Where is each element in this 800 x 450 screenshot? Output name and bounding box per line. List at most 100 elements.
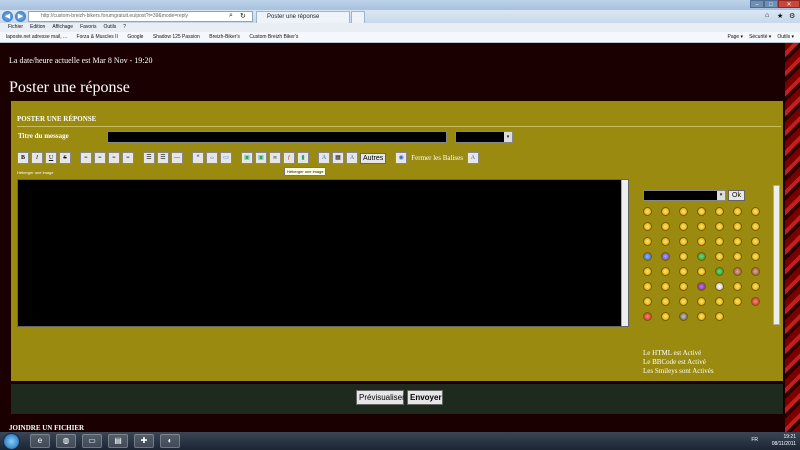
- ok-button[interactable]: Ok: [728, 190, 745, 201]
- smiley-scrollbar[interactable]: [773, 185, 780, 325]
- image-upload-icon[interactable]: ▣: [241, 152, 253, 164]
- maximize-icon[interactable]: □: [764, 0, 778, 8]
- video-icon[interactable]: ▮: [297, 152, 309, 164]
- smiley-icon[interactable]: [733, 207, 742, 216]
- close-tags-link[interactable]: Fermer les Balises: [409, 154, 465, 162]
- list-number-icon[interactable]: ☰: [157, 152, 169, 164]
- smiley-icon[interactable]: [697, 282, 706, 291]
- smiley-icon[interactable]: [733, 282, 742, 291]
- smiley-icon[interactable]: [697, 252, 706, 261]
- tab-poster-reponse[interactable]: Poster une réponse: [256, 11, 350, 23]
- smiley-icon[interactable]: [661, 222, 670, 231]
- smiley-icon[interactable]: [733, 267, 742, 276]
- smiley-icon[interactable]: [733, 297, 742, 306]
- start-button[interactable]: [3, 433, 20, 450]
- smiley-icon[interactable]: [733, 252, 742, 261]
- menu-affichage[interactable]: Affichage: [52, 23, 73, 32]
- home-icon[interactable]: ⌂: [765, 12, 769, 19]
- smiley-icon[interactable]: [679, 252, 688, 261]
- smiley-icon[interactable]: [679, 222, 688, 231]
- smiley-icon[interactable]: [715, 237, 724, 246]
- italic-button[interactable]: I: [31, 152, 43, 164]
- close-icon[interactable]: ✕: [778, 0, 800, 8]
- forward-icon[interactable]: ▶: [15, 11, 26, 22]
- tools-menu[interactable]: Outils ▾: [777, 32, 794, 43]
- smiley-icon[interactable]: [679, 267, 688, 276]
- smiley-icon[interactable]: [661, 267, 670, 276]
- preview-button[interactable]: Prévisualiser: [356, 390, 405, 405]
- quote-icon[interactable]: ❝: [192, 152, 204, 164]
- smiley-icon[interactable]: [643, 267, 652, 276]
- menu-fichier[interactable]: Fichier: [8, 23, 23, 32]
- smiley-icon[interactable]: [679, 297, 688, 306]
- text-style-icon[interactable]: A: [466, 152, 479, 164]
- menu-favoris[interactable]: Favoris: [80, 23, 96, 32]
- smiley-icon[interactable]: [697, 207, 706, 216]
- firefox-icon[interactable]: ◍: [56, 434, 76, 448]
- fav-forza[interactable]: Forza & Muscles II: [77, 34, 118, 40]
- fav-custom[interactable]: Custom Breizh Biker's: [249, 34, 298, 40]
- smiley-icon[interactable]: [697, 297, 706, 306]
- message-textarea[interactable]: [17, 179, 629, 327]
- smiley-icon[interactable]: [679, 312, 688, 321]
- smiley-icon[interactable]: [661, 282, 670, 291]
- smiley-icon[interactable]: [697, 312, 706, 321]
- align-center-icon[interactable]: ≡: [94, 152, 106, 164]
- align-left-icon[interactable]: ≡: [80, 152, 92, 164]
- textarea-scrollbar[interactable]: [621, 180, 628, 326]
- send-button[interactable]: Envoyer: [407, 390, 443, 405]
- smiley-icon[interactable]: [715, 312, 724, 321]
- spoiler-icon[interactable]: ▭: [220, 152, 232, 164]
- smiley-category-select[interactable]: ▾: [643, 190, 726, 201]
- smiley-icon[interactable]: [661, 252, 670, 261]
- minimize-icon[interactable]: –: [750, 0, 764, 8]
- smiley-icon[interactable]: [643, 312, 652, 321]
- app2-icon[interactable]: ◐: [160, 434, 180, 448]
- smiley-icon[interactable]: [661, 207, 670, 216]
- align-right-icon[interactable]: ≡: [108, 152, 120, 164]
- menu-edition[interactable]: Edition: [30, 23, 45, 32]
- smiley-icon[interactable]: [715, 282, 724, 291]
- smiley-icon[interactable]: [733, 237, 742, 246]
- other-button[interactable]: Autres: [360, 152, 387, 164]
- smiley-icon[interactable]: [751, 222, 760, 231]
- smiley-icon[interactable]: [697, 222, 706, 231]
- font-select[interactable]: ▾: [455, 131, 513, 143]
- justify-icon[interactable]: ≡: [122, 152, 134, 164]
- ie-icon[interactable]: e: [30, 434, 50, 448]
- smiley-icon[interactable]: [643, 282, 652, 291]
- smiley-icon[interactable]: [643, 222, 652, 231]
- page-menu[interactable]: Page ▾: [727, 32, 743, 43]
- table-icon[interactable]: ▦: [332, 152, 344, 164]
- smiley-icon[interactable]: [643, 207, 652, 216]
- smiley-icon[interactable]: [715, 267, 724, 276]
- back-icon[interactable]: ◀: [2, 11, 13, 22]
- bold-button[interactable]: B: [17, 152, 29, 164]
- smiley-icon[interactable]: [751, 237, 760, 246]
- smiley-icon[interactable]: [715, 207, 724, 216]
- fav-breizh[interactable]: Breizh-Biker's: [209, 34, 240, 40]
- smiley-icon[interactable]: [661, 312, 670, 321]
- smiley-icon[interactable]: [751, 297, 760, 306]
- clock[interactable]: 19:21 08/11/2011: [772, 434, 796, 448]
- list-bullet-icon[interactable]: ☰: [143, 152, 155, 164]
- fav-shadow[interactable]: Shadow 125 Passion: [153, 34, 200, 40]
- smiley-icon[interactable]: [751, 267, 760, 276]
- font-color-icon[interactable]: A: [346, 152, 358, 164]
- smiley-icon[interactable]: [643, 297, 652, 306]
- smiley-icon[interactable]: [751, 282, 760, 291]
- smiley-icon[interactable]: [751, 252, 760, 261]
- language-indicator[interactable]: FR: [751, 437, 758, 443]
- smiley-icon[interactable]: [661, 297, 670, 306]
- wysiwyg-icon[interactable]: ◉: [395, 152, 408, 164]
- hr-icon[interactable]: —: [171, 152, 183, 164]
- smiley-icon[interactable]: [715, 252, 724, 261]
- link-icon[interactable]: ∞: [269, 152, 281, 164]
- flash-icon[interactable]: ƒ: [283, 152, 295, 164]
- smiley-icon[interactable]: [679, 207, 688, 216]
- smiley-icon[interactable]: [697, 267, 706, 276]
- image-icon[interactable]: ▣: [255, 152, 267, 164]
- new-tab-button[interactable]: [351, 11, 365, 23]
- smiley-icon[interactable]: [751, 207, 760, 216]
- smiley-icon[interactable]: [643, 252, 652, 261]
